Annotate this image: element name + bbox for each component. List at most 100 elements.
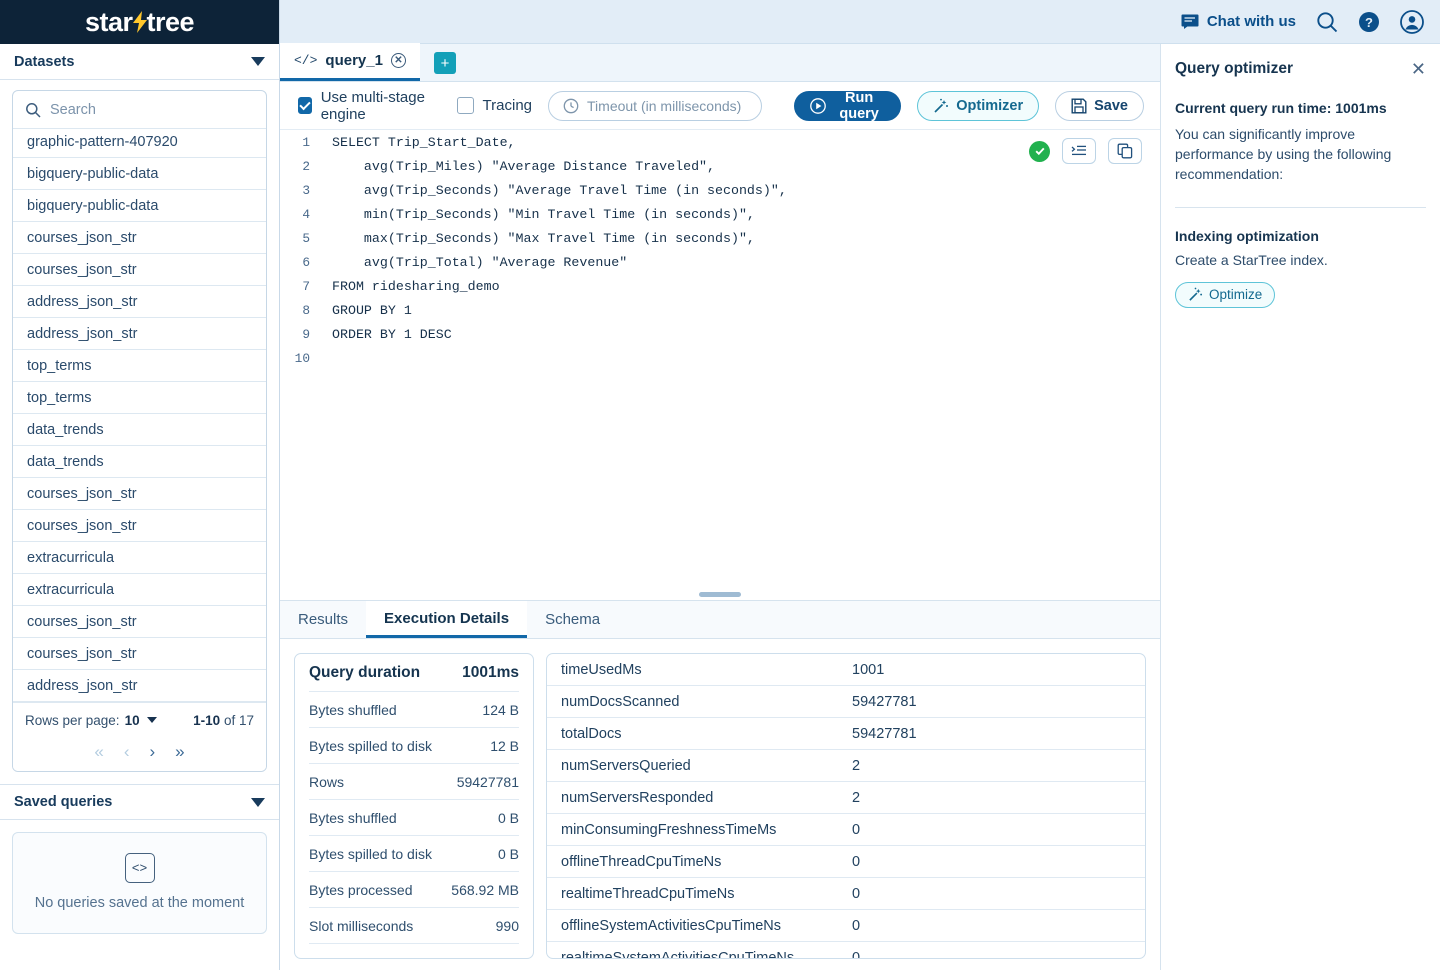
editor-actions (1029, 138, 1142, 164)
add-tab-button[interactable]: + (433, 52, 456, 74)
code-line[interactable]: 2 avg(Trip_Miles) "Average Distance Trav… (280, 154, 1160, 178)
optimize-button[interactable]: Optimize (1175, 281, 1276, 308)
code-line[interactable]: 9 ORDER BY 1 DESC (280, 322, 1160, 346)
dataset-label: address_json_str (27, 293, 138, 310)
content-row: </> query_1 ✕ + Use multi-stage engine T… (280, 43, 1440, 970)
run-query-button[interactable]: Run query (794, 90, 902, 122)
code-line[interactable]: 1 SELECT Trip_Start_Date, (280, 130, 1160, 154)
search-icon (1316, 11, 1338, 33)
query-valid-icon (1029, 140, 1050, 162)
save-button[interactable]: Save (1055, 90, 1144, 121)
panel-resize-handle[interactable] (699, 591, 741, 597)
close-icon[interactable]: ✕ (390, 53, 406, 68)
tab-query_1[interactable]: </> query_1 ✕ (280, 43, 420, 81)
copy-icon (1117, 143, 1133, 159)
optimizer-button[interactable]: Optimizer (917, 90, 1040, 121)
chevron-down-icon[interactable] (146, 717, 157, 723)
copy-query-button[interactable] (1108, 138, 1142, 164)
close-icon[interactable]: ✕ (1411, 60, 1426, 78)
chevron-down-icon[interactable] (251, 797, 265, 807)
dataset-list-item[interactable]: bigquery-public-data (13, 158, 266, 190)
rows-per-page-label: Rows per page: (25, 712, 120, 728)
dataset-list-item[interactable]: data_trends (13, 446, 266, 478)
code-icon: <> (124, 853, 155, 883)
saved-queries-section-header[interactable]: Saved queries (0, 784, 279, 820)
rows-per-page-value: 10 (124, 712, 140, 728)
dataset-list-item[interactable]: courses_json_str (13, 606, 266, 638)
stat-value: 59427781 (852, 693, 917, 710)
brand-logo[interactable]: star tree (0, 0, 279, 44)
search-input[interactable] (50, 101, 230, 118)
dataset-label: courses_json_str (27, 613, 137, 630)
timeout-input[interactable]: Timeout (in milliseconds) (548, 90, 763, 121)
code-line[interactable]: 10 (280, 346, 1160, 370)
code-line[interactable]: 8 GROUP BY 1 (280, 298, 1160, 322)
prev-page-button[interactable]: ‹ (124, 743, 130, 760)
stat-value: 2 (852, 757, 861, 774)
svg-text:?: ? (1365, 15, 1373, 30)
duration-row-value: 990 (495, 917, 519, 934)
search-icon-button[interactable] (1316, 11, 1338, 33)
query-tab-strip: </> query_1 ✕ + (280, 43, 1160, 82)
code-line[interactable]: 5 max(Trip_Seconds) "Max Travel Time (in… (280, 226, 1160, 250)
dataset-list-item[interactable]: address_json_str (13, 670, 266, 702)
dataset-list-item[interactable]: data_trends (13, 414, 266, 446)
format-query-button[interactable] (1062, 138, 1096, 164)
dataset-list-item[interactable]: bigquery-public-data (13, 190, 266, 222)
first-page-button[interactable]: « (94, 743, 103, 760)
dataset-list-item[interactable]: graphic-pattern-407920 (13, 129, 266, 158)
optimize-label: Optimize (1209, 287, 1263, 303)
dataset-list-item[interactable]: extracurricula (13, 574, 266, 606)
last-page-button[interactable]: » (175, 743, 184, 760)
datasets-section-header[interactable]: Datasets (0, 44, 279, 80)
line-number: 1 (302, 134, 310, 150)
query-workspace: </> query_1 ✕ + Use multi-stage engine T… (280, 43, 1160, 970)
multistage-engine-label: Use multi-stage engine (320, 88, 425, 123)
code-line[interactable]: 6 avg(Trip_Total) "Average Revenue" (280, 250, 1160, 274)
account-icon-button[interactable] (1400, 9, 1424, 34)
multistage-engine-checkbox[interactable]: Use multi-stage engine (298, 89, 441, 123)
dataset-list-item[interactable]: courses_json_str (13, 478, 266, 510)
checkbox-unchecked-icon (456, 97, 474, 114)
optimizer-section-title: Indexing optimization (1175, 227, 1319, 244)
duration-row-label: Bytes processed (309, 881, 413, 898)
dataset-label: address_json_str (27, 677, 138, 694)
rows-per-page[interactable]: Rows per page: 10 (25, 713, 157, 728)
execution-stats-table[interactable]: timeUsedMs 1001 numDocsScanned 59427781 tota… (546, 653, 1146, 959)
code-line[interactable]: 4 min(Trip_Seconds) "Min Travel Time (in… (280, 202, 1160, 226)
dataset-list[interactable]: graphic-pattern-407920graphic-pattern-40… (13, 129, 266, 702)
duration-row: Bytes processed 568.92 MB (309, 872, 519, 908)
tab-execution-details[interactable]: Execution Details (366, 601, 528, 638)
duration-row-value: 0 B (497, 809, 519, 826)
next-page-button[interactable]: › (150, 743, 156, 760)
page-range-value: 1-10 (193, 712, 221, 728)
dataset-list-item[interactable]: top_terms (13, 350, 266, 382)
dataset-list-item[interactable]: courses_json_str (13, 510, 266, 542)
dataset-list-item[interactable]: courses_json_str (13, 222, 266, 254)
code-line[interactable]: 3 avg(Trip_Seconds) "Average Travel Time… (280, 178, 1160, 202)
dataset-list-item[interactable]: courses_json_str (13, 638, 266, 670)
tab-results[interactable]: Results (280, 601, 366, 638)
dataset-list-item[interactable]: extracurricula (13, 542, 266, 574)
code-text: FROM ridesharing_demo (332, 278, 500, 294)
table-row: offlineThreadCpuTimeNs 0 (547, 846, 1145, 878)
code-text: avg(Trip_Miles) "Average Distance Travel… (332, 158, 716, 174)
execution-details-body: Query duration 1001ms Bytes shuffled 124 … (280, 639, 1160, 970)
code-line[interactable]: 7 FROM ridesharing_demo (280, 274, 1160, 298)
table-row: timeUsedMs 1001 (547, 654, 1145, 686)
query-duration-label: Query duration (309, 663, 421, 681)
tracing-label: Tracing (482, 97, 533, 114)
dataset-list-item[interactable]: courses_json_str (13, 254, 266, 286)
chat-with-us-button[interactable]: Chat with us (1181, 13, 1296, 30)
line-number: 4 (302, 206, 310, 222)
optimizer-description: You can significantly improve performanc… (1175, 126, 1392, 182)
help-icon-button[interactable]: ? (1358, 11, 1380, 33)
dataset-list-item[interactable]: address_json_str (13, 286, 266, 318)
tab-schema[interactable]: Schema (527, 601, 618, 638)
sql-editor[interactable]: 1 SELECT Trip_Start_Date, 2 avg(Trip_Miles… (280, 130, 1160, 588)
dataset-list-item[interactable]: top_terms (13, 382, 266, 414)
chevron-down-icon[interactable] (251, 57, 265, 66)
optimizer-section-body: Create a StarTree index. (1175, 251, 1328, 268)
dataset-list-item[interactable]: address_json_str (13, 318, 266, 350)
tracing-checkbox[interactable]: Tracing (456, 97, 533, 114)
